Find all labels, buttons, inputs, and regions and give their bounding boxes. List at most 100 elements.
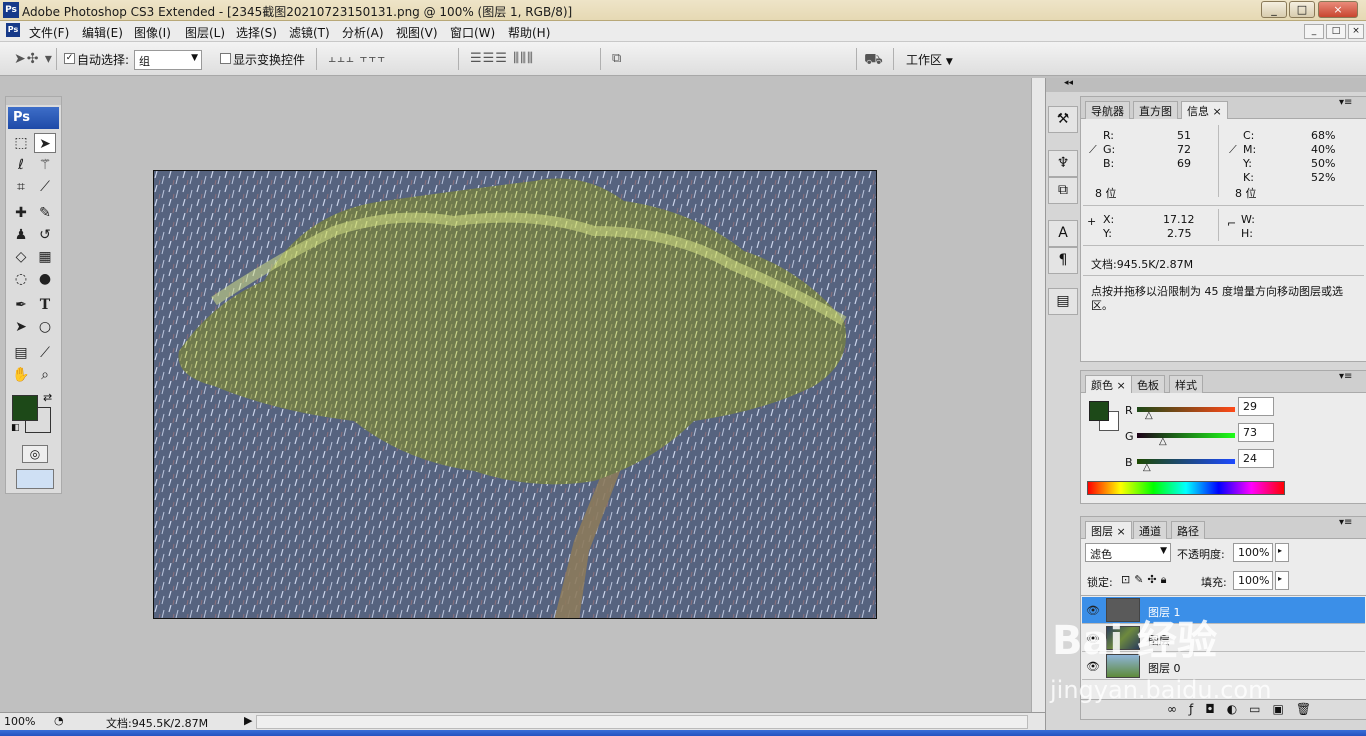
blend-mode-dropdown[interactable]: 滤色 ▼ [1085, 543, 1171, 562]
move-tool-icon[interactable]: ➤ [34, 133, 56, 153]
foreground-color-swatch[interactable] [12, 395, 38, 421]
panel-menu-icon[interactable]: ▾≡ [1339, 97, 1352, 108]
path-select-icon[interactable]: ➤ [10, 317, 32, 337]
lasso-tool-icon[interactable]: ℓ [10, 155, 32, 175]
character-icon[interactable]: A [1048, 220, 1078, 247]
opacity-field[interactable]: 100% [1233, 543, 1273, 562]
toolbox-logo[interactable]: Ps [8, 107, 59, 129]
crop-tool-icon[interactable]: ⌗ [10, 177, 32, 197]
layer-comps-icon[interactable]: ▤ [1048, 288, 1078, 315]
dodge-tool-icon[interactable]: ● [34, 269, 56, 289]
clone-stamp-icon[interactable]: ♟ [10, 225, 32, 245]
menu-filter[interactable]: 滤镜(T) [289, 24, 330, 41]
default-colors-icon[interactable]: ◧ [11, 423, 20, 433]
history-brush-icon[interactable]: ↺ [34, 225, 56, 245]
dock-grip[interactable]: ◂◂ [1046, 78, 1366, 92]
fill-arrow-icon[interactable]: ▸ [1275, 571, 1289, 590]
menu-analysis[interactable]: 分析(A) [342, 24, 384, 41]
tab-info[interactable]: 信息 × [1181, 101, 1228, 119]
tab-layers[interactable]: 图层 × [1085, 521, 1132, 539]
maximize-button[interactable]: □ [1289, 1, 1315, 18]
tab-styles[interactable]: 样式 [1169, 375, 1203, 393]
doc-size: 文档:945.5K/2.87M [1091, 258, 1194, 271]
marquee-tool-icon[interactable]: ⬚ [10, 133, 32, 153]
zoom-level[interactable]: 100% [4, 715, 35, 728]
auto-align-icon[interactable]: ⧉ [612, 51, 622, 66]
tab-paths[interactable]: 路径 [1171, 521, 1205, 539]
color-fg-swatch[interactable] [1089, 401, 1109, 421]
doc-minimize-button[interactable]: _ [1304, 24, 1324, 39]
gradient-tool-icon[interactable]: ▦ [34, 247, 56, 267]
slice-tool-icon[interactable]: ⟋ [34, 177, 56, 197]
menu-view[interactable]: 视图(V) [396, 24, 438, 41]
brush-tool-icon[interactable]: ✎ [34, 203, 56, 223]
panel-menu-icon[interactable]: ▾≡ [1339, 517, 1352, 528]
document-canvas[interactable] [153, 170, 877, 619]
eraser-tool-icon[interactable]: ◇ [10, 247, 32, 267]
eyedropper-icon[interactable]: ⟋ [34, 343, 56, 363]
hand-tool-icon[interactable]: ✋ [10, 365, 32, 385]
b-value-field[interactable]: 24 [1238, 449, 1274, 468]
r-slider-thumb-icon[interactable]: △ [1145, 410, 1153, 421]
quick-mask-icon[interactable]: ◎ [22, 445, 48, 463]
move-tool-icon[interactable]: ➤✣ ▾ [14, 51, 53, 67]
minimize-button[interactable]: _ [1261, 1, 1287, 18]
menu-help[interactable]: 帮助(H) [508, 24, 550, 41]
auto-select-label: 自动选择: [77, 53, 130, 67]
magic-wand-icon[interactable]: ⚚ [34, 155, 56, 175]
clone-source-icon[interactable]: ⧉ [1048, 177, 1078, 204]
screen-mode-icon[interactable] [16, 469, 54, 489]
divider [1083, 275, 1364, 276]
menu-window[interactable]: 窗口(W) [450, 24, 495, 41]
tab-histogram[interactable]: 直方图 [1133, 101, 1178, 119]
healing-brush-icon[interactable]: ✚ [10, 203, 32, 223]
menu-image[interactable]: 图像(I) [134, 24, 171, 41]
brushes-icon[interactable]: ♆ [1048, 150, 1078, 177]
auto-select-dropdown[interactable]: 组 ▼ [134, 50, 202, 70]
tab-navigator[interactable]: 导航器 [1085, 101, 1130, 119]
menu-file[interactable]: 文件(F) [29, 24, 69, 41]
color-spectrum-ramp[interactable] [1087, 481, 1285, 495]
distribute-icons[interactable]: ☰☰☰ ⫼⫼⫼ [470, 51, 534, 66]
status-arrow-icon[interactable]: ▶ [244, 714, 252, 727]
r-value-field[interactable]: 29 [1238, 397, 1274, 416]
tab-color[interactable]: 颜色 × [1085, 375, 1132, 393]
blur-tool-icon[interactable]: ◌ [10, 269, 32, 289]
tab-swatches[interactable]: 色板 [1131, 375, 1165, 393]
notes-tool-icon[interactable]: ▤ [10, 343, 32, 363]
doc-restore-button[interactable]: □ [1326, 24, 1346, 39]
panel-menu-icon[interactable]: ▾≡ [1339, 371, 1352, 382]
fill-field[interactable]: 100% [1233, 571, 1273, 590]
bridge-icon[interactable]: ⛟ [864, 50, 884, 70]
zoom-tool-icon[interactable]: ⌕ [34, 365, 56, 385]
lock-icons[interactable]: ⊡✎✣🔒︎ [1121, 573, 1171, 587]
horizontal-scrollbar[interactable] [256, 715, 1028, 729]
type-tool-icon[interactable]: T [34, 295, 56, 315]
swap-colors-icon[interactable]: ⇄ [43, 391, 52, 404]
g-label: G: [1103, 143, 1116, 156]
canvas-image [154, 171, 876, 618]
workspace-button[interactable]: 工作区 ▼ [906, 51, 953, 68]
ellipse-tool-icon[interactable]: ○ [34, 317, 56, 337]
paragraph-icon[interactable]: ¶ [1048, 247, 1078, 274]
menu-select[interactable]: 选择(S) [236, 24, 277, 41]
menu-edit[interactable]: 编辑(E) [82, 24, 123, 41]
tool-presets-icon[interactable]: ⚒ [1048, 106, 1078, 133]
tab-channels[interactable]: 通道 [1133, 521, 1167, 539]
auto-select-checkbox[interactable]: ✓ [64, 53, 75, 64]
pen-tool-icon[interactable]: ✒ [10, 295, 32, 315]
g-value-field[interactable]: 73 [1238, 423, 1274, 442]
opacity-arrow-icon[interactable]: ▸ [1275, 543, 1289, 562]
g-slider-track[interactable] [1137, 433, 1235, 438]
toolbox-grip[interactable] [6, 97, 61, 105]
b-slider-thumb-icon[interactable]: △ [1143, 462, 1151, 473]
doc-close-button[interactable]: × [1348, 24, 1364, 39]
b-slider-track[interactable] [1137, 459, 1235, 464]
vertical-scrollbar[interactable] [1031, 78, 1045, 712]
status-menu-icon[interactable]: ◔ [54, 714, 64, 727]
menu-layer[interactable]: 图层(L) [185, 24, 225, 41]
close-button[interactable]: × [1318, 1, 1358, 18]
g-slider-thumb-icon[interactable]: △ [1159, 436, 1167, 447]
show-transform-checkbox[interactable] [220, 53, 231, 64]
align-icons[interactable]: ⫠⫠⫠ ⫟⫟⫟ [328, 51, 386, 66]
